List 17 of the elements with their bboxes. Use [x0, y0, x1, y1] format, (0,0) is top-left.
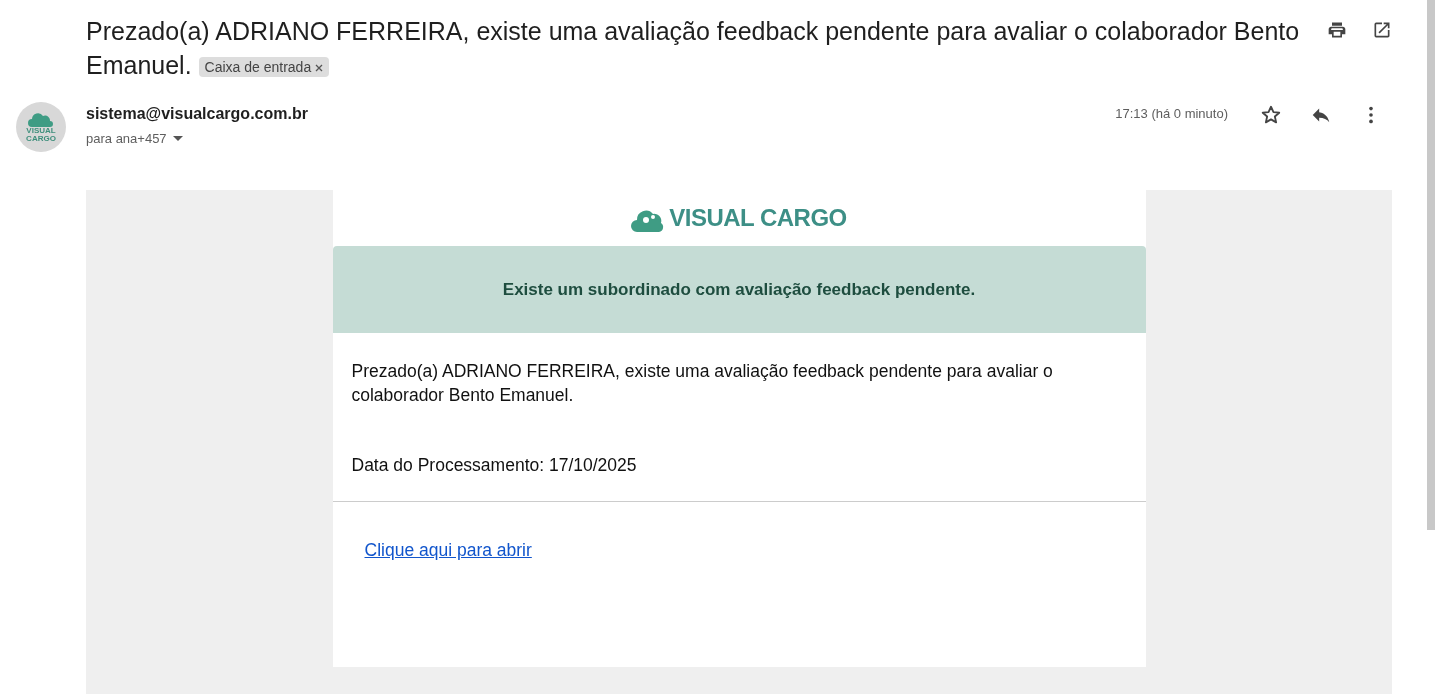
- open-in-new-window-icon[interactable]: [1372, 20, 1392, 40]
- scrollbar[interactable]: [1427, 0, 1435, 530]
- sender-email: sistema@visualcargo.com.br: [86, 105, 309, 123]
- sender-avatar: VISUAL CARGO: [16, 102, 66, 152]
- caret-icon[interactable]: [172, 135, 183, 142]
- processing-date: Data do Processamento: 17/10/2025: [332, 407, 1146, 502]
- open-link[interactable]: Clique aqui para abrir: [364, 540, 532, 560]
- banner-text: Existe um subordinado com avaliação feedback pendente.: [502, 279, 976, 300]
- logo-text: VISUAL CARGO: [669, 204, 847, 232]
- inbox-label[interactable]: Caixa de entrada: [198, 57, 330, 78]
- recipients-dropdown[interactable]: para ana+457: [86, 131, 1102, 146]
- print-icon[interactable]: [1327, 20, 1347, 40]
- email-subject: Prezado(a) ADRIANO FERREIRA, existe uma avaliação feedback pendente para avaliar o colaborador Bento Emanuel. Caixa de entrada: [86, 16, 1301, 81]
- message-text: Prezado(a) ADRIANO FERREIRA, existe uma avaliação feedback pendente para avaliar o colaborador Bento Emanuel.: [350, 360, 1054, 407]
- email-time: 17:13 (há 0 minuto): [1115, 106, 1228, 121]
- remove-label-icon[interactable]: [315, 64, 324, 73]
- star-icon[interactable]: [1260, 104, 1282, 126]
